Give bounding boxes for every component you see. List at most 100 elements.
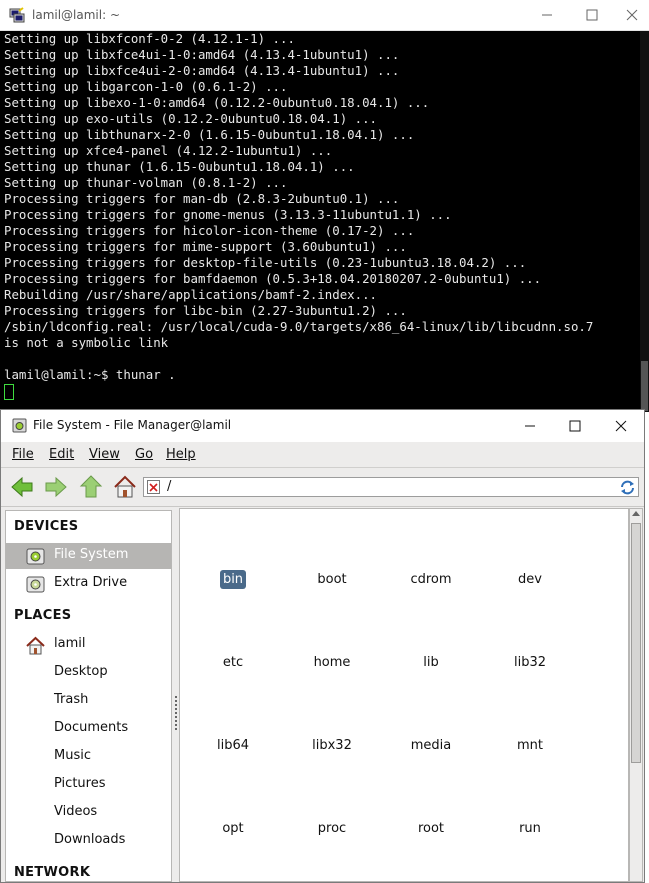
home-icon[interactable] xyxy=(112,474,138,500)
terminal-titlebar[interactable]: lamil@lamil: ~ xyxy=(0,0,649,31)
fm-maximize-button[interactable] xyxy=(552,410,598,442)
sidebar-item-label: Music xyxy=(54,748,91,763)
terminal-line: Rebuilding /usr/share/applications/bamf-… xyxy=(4,287,377,302)
file-item-label: lib32 xyxy=(513,655,547,670)
sidebar-item-downloads[interactable]: Downloads xyxy=(6,828,171,854)
sidebar-item-label: Documents xyxy=(54,720,129,735)
drive-icon xyxy=(26,576,45,593)
terminal-line: Processing triggers for gnome-menus (3.1… xyxy=(4,207,452,222)
close-button[interactable] xyxy=(614,0,649,30)
file-item[interactable]: run xyxy=(481,821,579,836)
file-item[interactable]: etc xyxy=(184,655,282,670)
terminal-line: is not a symbolic link xyxy=(4,335,169,350)
terminal-scrollbar-thumb[interactable] xyxy=(641,361,648,411)
terminal-scrollbar[interactable] xyxy=(640,31,649,412)
sidebar-item-documents[interactable]: Documents xyxy=(6,716,171,742)
file-item[interactable]: bin xyxy=(184,570,282,589)
file-item[interactable]: mnt xyxy=(481,738,579,753)
sidebar-item-music[interactable]: Music xyxy=(6,744,171,770)
maximize-button[interactable] xyxy=(569,0,615,30)
file-item-label: run xyxy=(519,821,541,836)
location-path: / xyxy=(167,479,172,494)
sidebar-item-trash[interactable]: Trash xyxy=(6,688,171,714)
file-view[interactable]: bin boot cdrom dev etc home lib lib32 lib64 libx3… xyxy=(179,508,629,882)
toolbar: / xyxy=(1,468,644,507)
maximize-icon xyxy=(586,9,598,21)
file-item[interactable]: libx32 xyxy=(283,738,381,753)
drive-icon xyxy=(26,548,45,565)
file-item[interactable]: root xyxy=(382,821,480,836)
file-view-scrollbar[interactable] xyxy=(629,508,643,882)
terminal-line: Setting up exo-utils (0.12.2-0ubuntu0.18… xyxy=(4,111,377,126)
terminal-line: Setting up xfce4-panel (4.12.2-1ubuntu1)… xyxy=(4,143,333,158)
menu-edit[interactable]: Edit xyxy=(49,447,74,462)
file-item-label: libx32 xyxy=(312,738,352,753)
up-arrow-icon[interactable] xyxy=(78,474,104,500)
back-arrow-icon[interactable] xyxy=(9,474,35,500)
terminal-line: Processing triggers for hicolor-icon-the… xyxy=(4,223,415,238)
file-view-scrollbar-thumb[interactable] xyxy=(631,523,641,763)
sidebar-item-lamil[interactable]: lamil xyxy=(6,632,171,658)
terminal-output[interactable]: Setting up libxfconf-0-2 (4.12.1-1) ... S… xyxy=(0,31,640,412)
file-item-label: proc xyxy=(317,821,347,836)
sidebar-item-extra-drive[interactable]: Extra Drive xyxy=(6,571,171,597)
terminal-line: Setting up libthunarx-2-0 (1.6.15-0ubunt… xyxy=(4,127,415,142)
file-item[interactable]: proc xyxy=(283,821,381,836)
menu-view[interactable]: View xyxy=(89,447,120,462)
file-item-label: mnt xyxy=(517,738,543,753)
reload-icon[interactable] xyxy=(619,479,636,496)
file-item[interactable]: media xyxy=(382,738,480,753)
terminal-line: lamil@lamil:~$ thunar . xyxy=(4,367,176,382)
close-icon xyxy=(615,420,627,432)
terminal-window[interactable]: lamil@lamil: ~ Setting up libxfconf-0-2 … xyxy=(0,0,649,412)
sidebar-item-file-system[interactable]: File System xyxy=(6,543,171,569)
sidebar-item-desktop[interactable]: Desktop xyxy=(6,660,171,686)
maximize-icon xyxy=(569,420,581,432)
file-manager-titlebar[interactable]: File System - File Manager@lamil xyxy=(1,410,644,442)
minimize-icon xyxy=(542,14,552,16)
terminal-line: Setting up libexo-1-0:amd64 (0.12.2-0ubu… xyxy=(4,95,430,110)
sidebar-item-label: Extra Drive xyxy=(54,575,128,590)
menu-help[interactable]: Help xyxy=(166,447,196,462)
file-item[interactable]: lib64 xyxy=(184,738,282,753)
fm-minimize-button[interactable] xyxy=(507,410,553,442)
sidebar-item-label: Videos xyxy=(54,804,98,819)
file-item[interactable]: dev xyxy=(481,572,579,587)
file-manager-title: File System - File Manager@lamil xyxy=(33,418,232,432)
file-item-label: home xyxy=(313,655,351,670)
terminal-line: /sbin/ldconfig.real: /usr/local/cuda-9.0… xyxy=(4,319,594,334)
terminal-line: Setting up libxfconf-0-2 (4.12.1-1) ... xyxy=(4,31,295,46)
file-item[interactable]: cdrom xyxy=(382,572,480,587)
sidebar-item-pictures[interactable]: Pictures xyxy=(6,772,171,798)
location-bar[interactable]: / xyxy=(143,477,639,497)
file-manager-window[interactable]: File System - File Manager@lamil File Ed… xyxy=(0,409,645,883)
fm-close-button[interactable] xyxy=(598,410,644,442)
file-item-label: dev xyxy=(518,572,542,587)
menu-go[interactable]: Go xyxy=(135,447,153,462)
sidebar-item-label: Downloads xyxy=(54,832,126,847)
sidebar: DEVICES File System Extra Drive PLACES l… xyxy=(5,510,172,882)
places-header: PLACES xyxy=(14,608,72,623)
file-item-label: opt xyxy=(222,821,244,836)
root-folder-icon xyxy=(147,480,160,494)
scroll-up-icon[interactable] xyxy=(632,511,640,516)
sidebar-item-label: Trash xyxy=(54,692,89,707)
file-item[interactable]: lib32 xyxy=(481,655,579,670)
file-item[interactable]: boot xyxy=(283,572,381,587)
menu-file[interactable]: File xyxy=(12,447,34,462)
network-header: NETWORK xyxy=(14,865,91,880)
sidebar-item-label: Desktop xyxy=(54,664,108,679)
file-item-label: media xyxy=(410,738,452,753)
file-item[interactable]: home xyxy=(283,655,381,670)
terminal-line: Setting up thunar (1.6.15-0ubuntu1.18.04… xyxy=(4,159,355,174)
terminal-line: Setting up libxfce4ui-1-0:amd64 (4.13.4-… xyxy=(4,47,400,62)
sidebar-item-videos[interactable]: Videos xyxy=(6,800,171,826)
terminal-line: Setting up libxfce4ui-2-0:amd64 (4.13.4-… xyxy=(4,63,400,78)
file-item[interactable]: lib xyxy=(382,655,480,670)
home-folder-icon xyxy=(26,636,45,655)
close-icon xyxy=(626,9,637,21)
forward-arrow-icon[interactable] xyxy=(43,474,69,500)
minimize-button[interactable] xyxy=(524,0,570,30)
file-item[interactable]: opt xyxy=(184,821,282,836)
putty-icon xyxy=(9,7,25,23)
